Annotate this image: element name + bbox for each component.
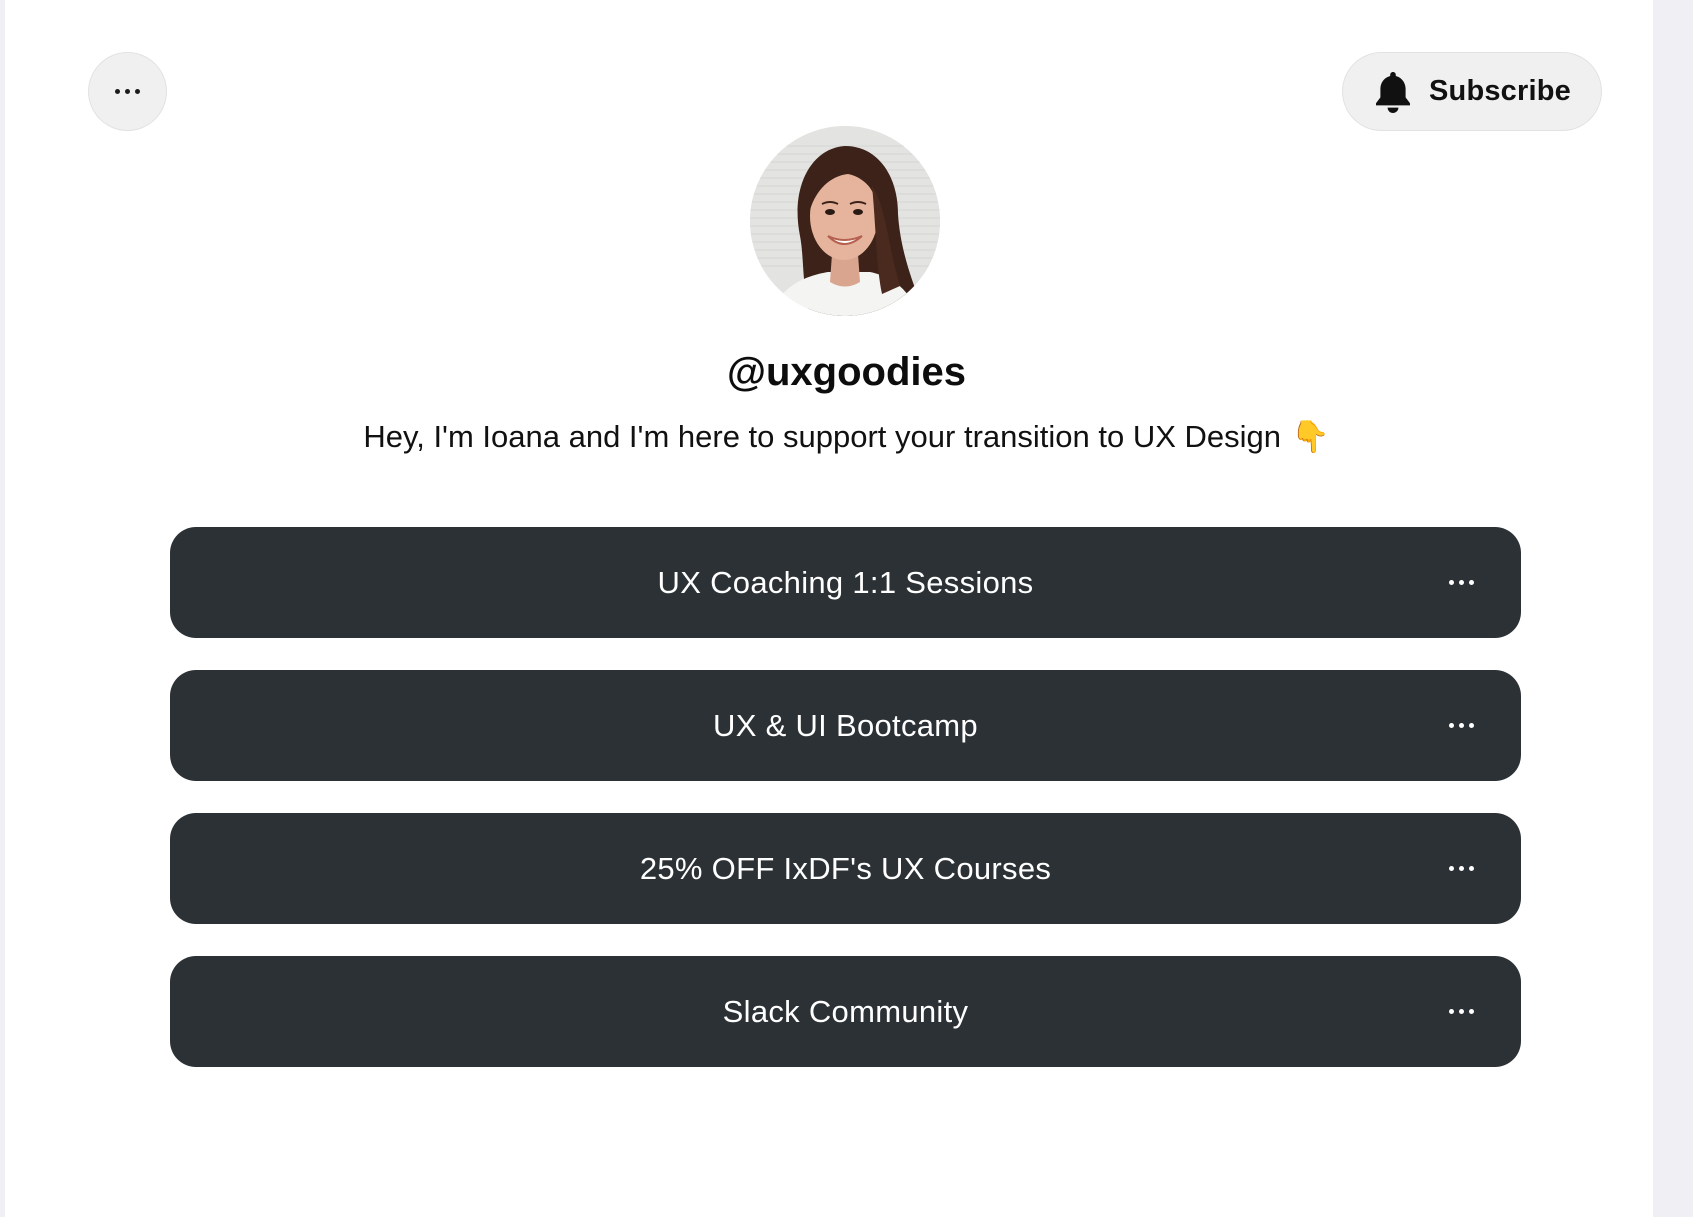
avatar [750, 126, 940, 316]
pointing-down-emoji: 👇 [1291, 419, 1330, 455]
subscribe-button[interactable]: Subscribe [1342, 52, 1602, 131]
ellipsis-icon [1448, 1009, 1474, 1014]
bio-text: Hey, I'm Ioana and I'm here to support y… [363, 419, 1281, 454]
ellipsis-icon [1448, 580, 1474, 585]
link-list: UX Coaching 1:1 Sessions UX & UI Bootcam… [170, 527, 1521, 1099]
link-options-button[interactable] [1441, 563, 1481, 603]
link-button-ixdf-courses[interactable]: 25% OFF IxDF's UX Courses [170, 813, 1521, 924]
link-options-button[interactable] [1441, 849, 1481, 889]
profile-bio: Hey, I'm Ioana and I'm here to support y… [5, 418, 1688, 455]
ellipsis-icon [1448, 866, 1474, 871]
link-button-slack-community[interactable]: Slack Community [170, 956, 1521, 1067]
subscribe-label: Subscribe [1428, 75, 1571, 107]
link-label: UX Coaching 1:1 Sessions [657, 564, 1034, 600]
link-label: UX & UI Bootcamp [713, 707, 978, 743]
page-options-button[interactable] [88, 52, 167, 131]
link-options-button[interactable] [1441, 706, 1481, 746]
profile-page: Subscribe @uxgoodies Hey, I'm Ioana and … [5, 0, 1653, 1217]
link-options-button[interactable] [1441, 992, 1481, 1032]
link-label: Slack Community [722, 993, 969, 1029]
ellipsis-icon [1448, 723, 1474, 728]
link-button-ux-coaching[interactable]: UX Coaching 1:1 Sessions [170, 527, 1521, 638]
bell-icon [1375, 71, 1410, 113]
link-button-ux-ui-bootcamp[interactable]: UX & UI Bootcamp [170, 670, 1521, 781]
link-label: 25% OFF IxDF's UX Courses [639, 850, 1052, 886]
profile-handle: @uxgoodies [726, 350, 967, 394]
ellipsis-icon [115, 89, 140, 94]
